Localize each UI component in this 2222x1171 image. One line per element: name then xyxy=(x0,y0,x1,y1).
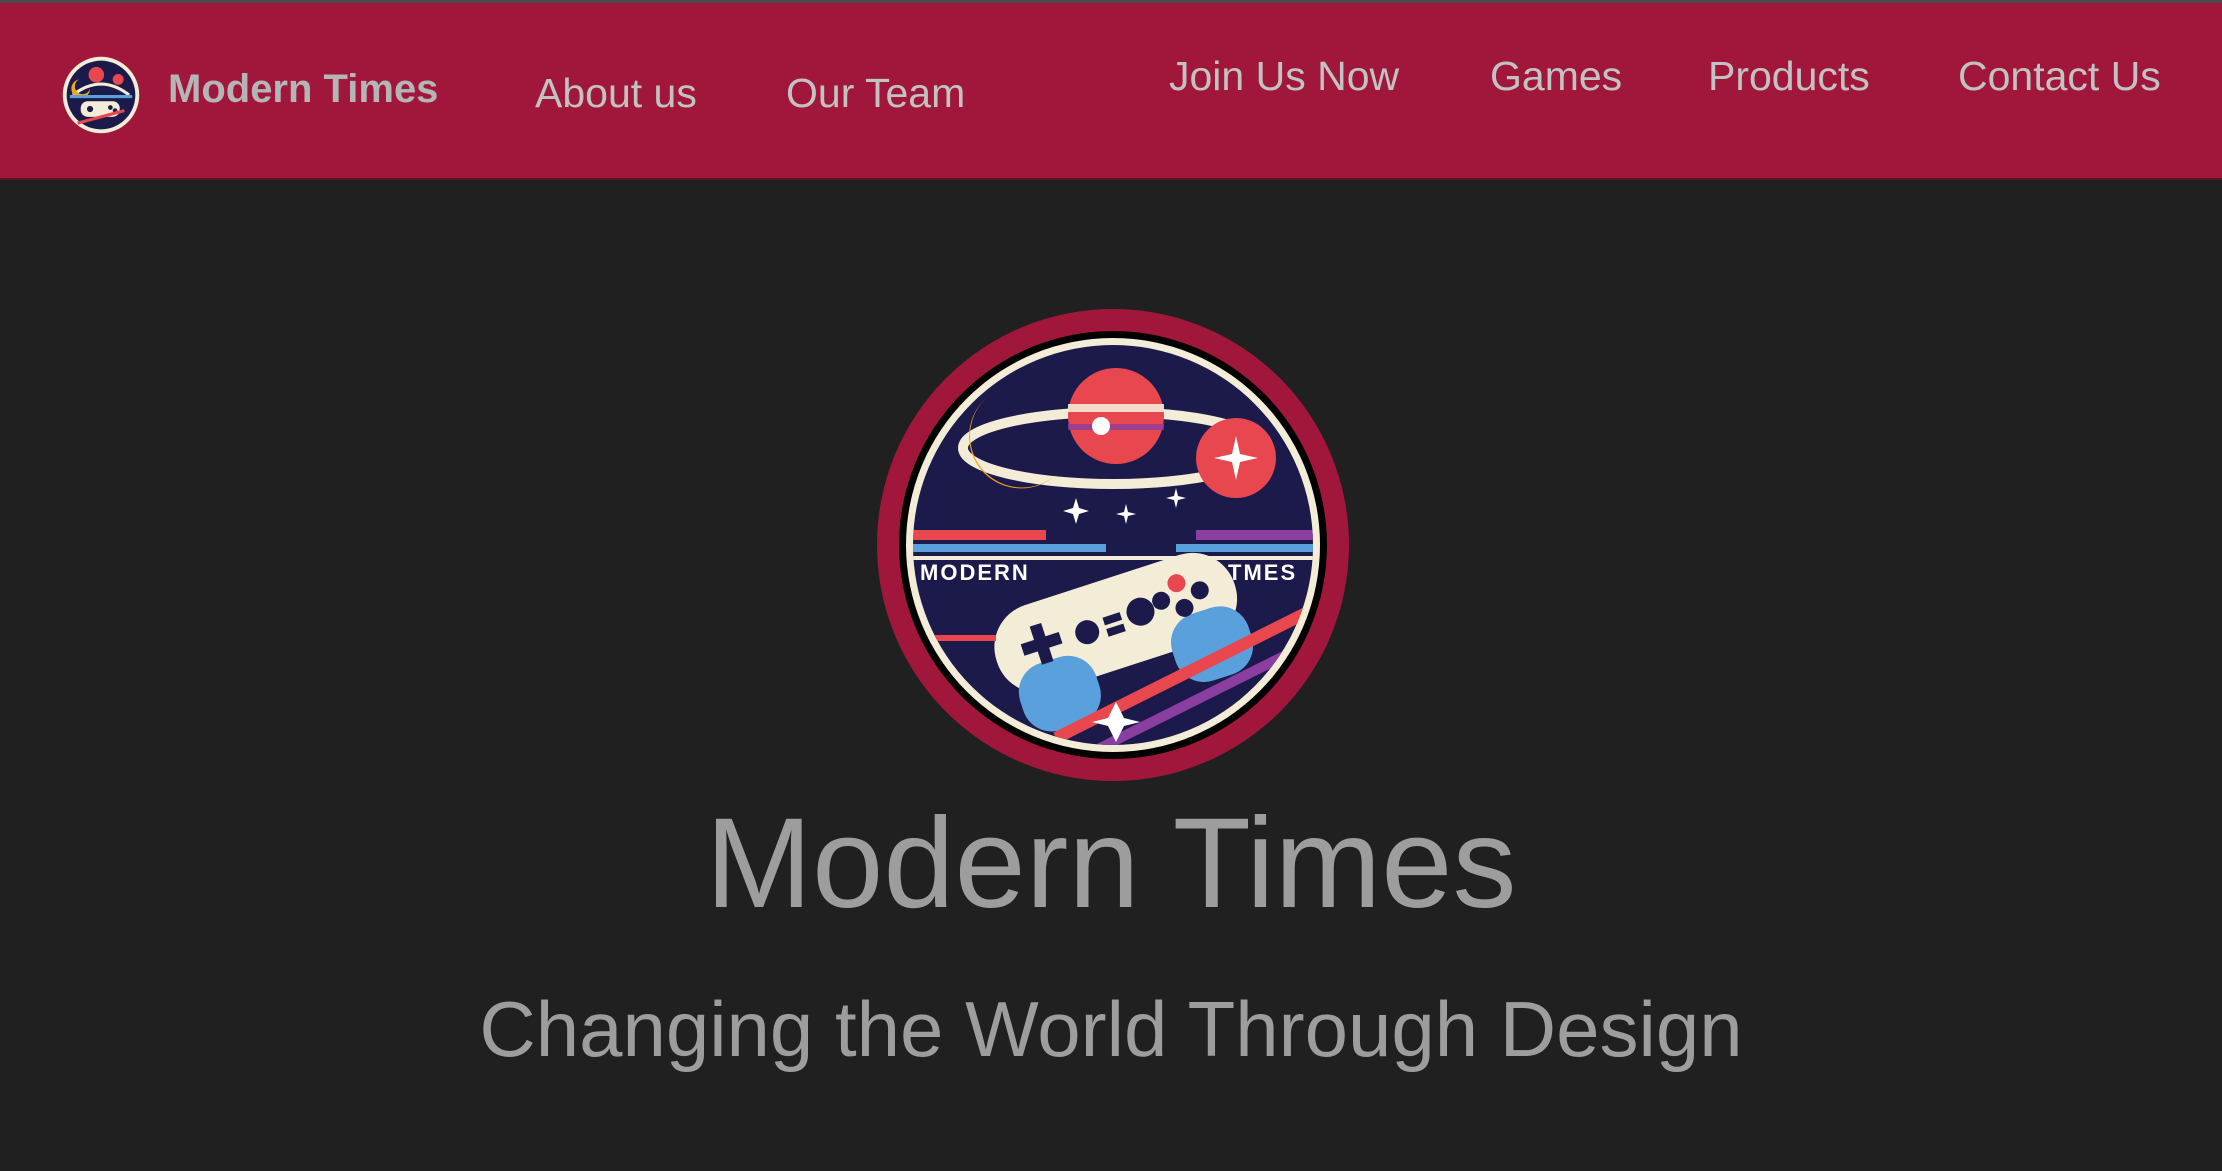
nav-join-us-now[interactable]: Join Us Now xyxy=(1169,53,1399,100)
nav-about-us[interactable]: About us xyxy=(535,70,697,117)
nav-contact-us[interactable]: Contact Us xyxy=(1958,53,2161,100)
brand-logo-icon[interactable] xyxy=(62,56,140,134)
hero-subtitle: Changing the World Through Design xyxy=(479,985,1743,1073)
nav-games[interactable]: Games xyxy=(1490,53,1622,100)
nav-products[interactable]: Products xyxy=(1708,53,1870,100)
emblem-text-left: MODERN xyxy=(920,560,1030,585)
hero-title: Modern Times xyxy=(705,792,1517,935)
top-navigation-bar: Modern Times About us Our Team Join Us N… xyxy=(0,0,2222,180)
brand-name-link[interactable]: Modern Times xyxy=(168,67,438,112)
emblem-text-right: TMES xyxy=(1228,560,1297,585)
planet-icon xyxy=(1068,368,1164,464)
hero-emblem: MODERN TMES xyxy=(877,309,1349,781)
nav-our-team[interactable]: Our Team xyxy=(786,70,965,117)
